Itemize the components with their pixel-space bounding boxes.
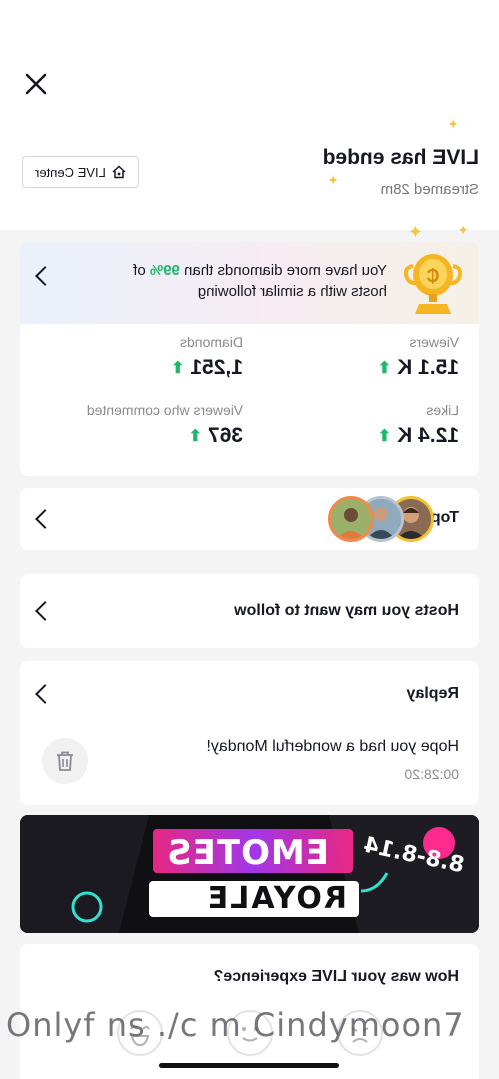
avatar <box>328 496 374 542</box>
stat-likes: Likes 12.4 K ⬆ <box>377 402 459 447</box>
page-title: LIVE has ended <box>322 146 479 169</box>
home-icon <box>112 165 126 179</box>
delete-replay-button[interactable] <box>42 738 88 784</box>
diamond-percent: 99% <box>149 262 180 279</box>
stream-duration: Streamed 28m <box>380 181 479 198</box>
diamond-ranking-banner[interactable]: ₵ You have more diamonds than 99% of hos… <box>20 242 479 324</box>
svg-text:₵: ₵ <box>427 266 440 286</box>
up-arrow-icon: ⬆ <box>171 360 185 377</box>
sparkle-icon: ✦ <box>407 222 423 242</box>
diamond-ranking-text: You have more diamonds than 99% of hosts… <box>133 262 387 300</box>
live-center-label: LIVE Center <box>35 164 106 180</box>
stat-viewers: Viewers 15.1 K ⬆ <box>377 334 459 379</box>
sparkle-icon: ✦ <box>327 172 339 188</box>
live-center-button[interactable]: LIVE Center <box>22 156 139 188</box>
close-icon[interactable] <box>22 70 50 98</box>
top-viewers-avatars <box>324 496 434 542</box>
hosts-follow-label: Hosts you may want to follow <box>234 602 459 619</box>
chevron-right-icon <box>35 601 55 621</box>
replay-label: Replay <box>406 685 459 702</box>
replay-duration: 00:28:20 <box>404 766 460 782</box>
chevron-right-icon <box>35 509 55 529</box>
replay-card: Replay Hope you had a wonderful Monday! … <box>20 661 479 805</box>
chevron-right-icon[interactable] <box>35 684 55 704</box>
trophy-icon: ₵ <box>403 254 463 314</box>
sparkle-icon: ✦ <box>457 222 469 238</box>
up-arrow-icon: ⬆ <box>377 428 392 445</box>
sparkle-icon: ✦ <box>447 116 459 132</box>
live-ended-screen: LIVE has ended Streamed 28m LIVE Center … <box>0 0 499 1079</box>
chevron-right-icon <box>35 266 55 286</box>
emotes-royale-promo-banner[interactable]: EMOTES ROYALE 8.8-8.14 <box>20 815 479 933</box>
experience-title: How was your LIVE experience? <box>213 968 459 985</box>
replay-title[interactable]: Hope you had a wonderful Monday! <box>206 738 459 756</box>
watermark-text: Onlyf ns ./c m Cindymoon7 <box>6 1006 465 1044</box>
header: LIVE has ended Streamed 28m LIVE Center … <box>0 0 499 242</box>
stats-card: ₵ You have more diamonds than 99% of hos… <box>20 242 479 476</box>
up-arrow-icon: ⬆ <box>377 360 392 377</box>
promo-line1: EMOTES <box>166 833 329 873</box>
trash-icon <box>57 751 73 771</box>
promo-line2: ROYALE <box>205 881 347 916</box>
up-arrow-icon: ⬆ <box>188 428 202 445</box>
hosts-follow-row[interactable]: Hosts you may want to follow <box>20 574 479 648</box>
stat-diamonds: Diamonds 1,251 ⬆ <box>171 334 243 379</box>
top-viewers-row[interactable]: Top viewers <box>20 488 479 550</box>
home-indicator <box>159 1063 339 1068</box>
stat-commenters: Viewers who commented 367 ⬆ <box>86 402 243 447</box>
